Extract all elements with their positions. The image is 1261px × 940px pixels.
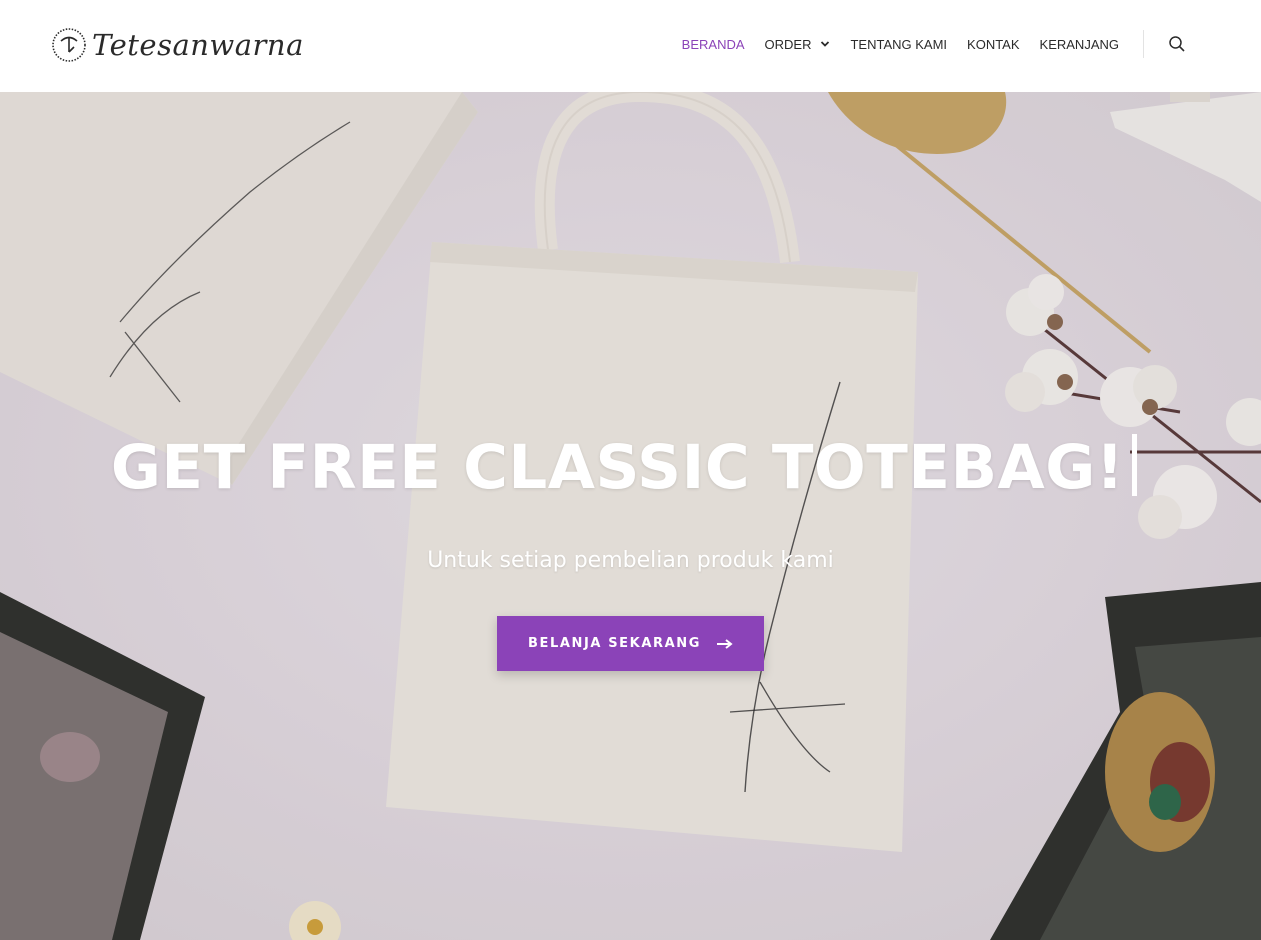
search-icon[interactable] [1168,35,1186,53]
hero-overlay [0,92,1261,940]
nav-divider [1143,30,1144,58]
site-header: Tetesanwarna BERANDA ORDER TENTANG KAMI … [0,0,1261,92]
nav-item-label: KERANJANG [1039,36,1119,52]
hero-subtitle: Untuk setiap pembelian produk kami [427,548,834,573]
nav-item-order[interactable]: ORDER [765,37,831,52]
hero-title-text: GET FREE CLASSIC TOTEBAG! [110,432,1125,503]
nav-item-keranjang[interactable]: KERANJANG [1040,37,1119,52]
nav-item-beranda[interactable]: BERANDA [682,37,745,52]
shop-now-button[interactable]: BELANJA SEKARANG [497,616,764,671]
hero-title: GET FREE CLASSIC TOTEBAG! [0,432,1248,503]
nav-item-tentang-kami[interactable]: TENTANG KAMI [850,37,947,52]
arrow-right-icon [717,638,733,649]
logo-clock-icon [52,28,86,62]
logo-text: Tetesanwarna [92,28,304,62]
chevron-down-icon [821,41,830,47]
shop-now-label: BELANJA SEKARANG [527,636,702,651]
nav-item-kontak[interactable]: KONTAK [967,37,1020,52]
nav-item-label: BERANDA [681,36,745,52]
main-nav: BERANDA ORDER TENTANG KAMI KONTAK KERANJ… [682,0,1261,88]
site-logo[interactable]: Tetesanwarna [50,16,303,74]
nav-item-label: ORDER [764,36,812,52]
typing-cursor [1132,434,1138,496]
nav-item-label: KONTAK [967,36,1020,52]
nav-item-label: TENTANG KAMI [850,36,948,52]
hero-banner: GET FREE CLASSIC TOTEBAG! Untuk setiap p… [0,92,1261,940]
